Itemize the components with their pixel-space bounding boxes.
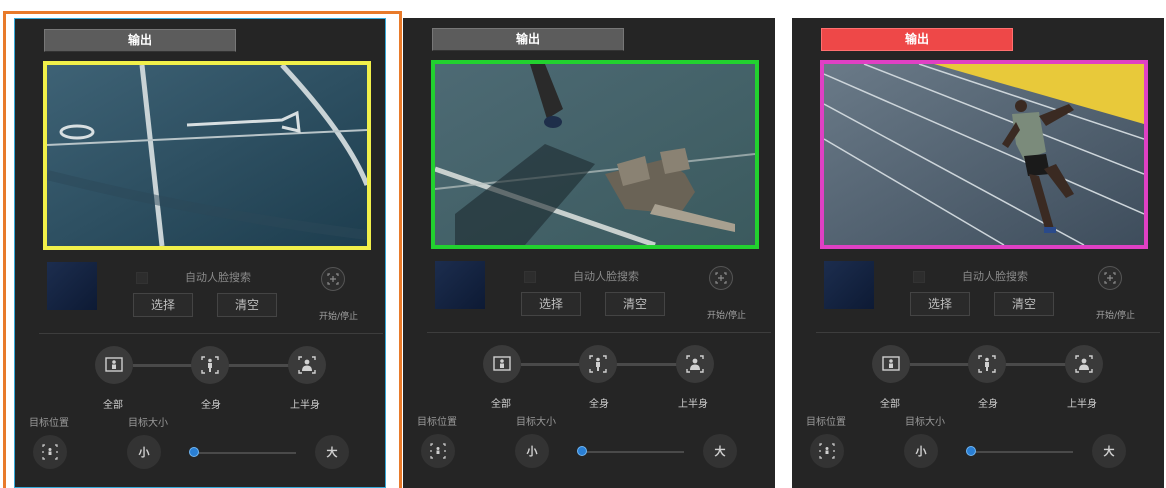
- size-large-button[interactable]: 大: [1092, 434, 1126, 468]
- mode-full-frame-label: 全部: [491, 399, 511, 410]
- target-size-label: 目标大小: [516, 417, 556, 428]
- target-size-slider-track[interactable]: [581, 451, 684, 453]
- target-size-label: 目标大小: [905, 417, 945, 428]
- selected-panel-frame: [3, 11, 402, 488]
- size-small-button[interactable]: 小: [515, 434, 549, 468]
- mode-full-body-button[interactable]: [968, 345, 1006, 383]
- face-search-label: 自动人脸搜索: [962, 270, 1028, 283]
- starting-blocks-image: [435, 64, 755, 245]
- target-size-slider-knob[interactable]: [966, 446, 976, 456]
- full-body-person-icon: [589, 355, 607, 373]
- mode-full-frame-button[interactable]: [872, 345, 910, 383]
- mode-full-body-label: 全身: [589, 399, 609, 410]
- face-search-checkbox[interactable]: [524, 271, 536, 283]
- camera-panel-3[interactable]: 输出 自动人脸搜索 选择 清空 开始/停止 全部 全身 上半身 目标位置 目标大…: [792, 18, 1164, 488]
- crosshair-icon: [715, 272, 727, 284]
- clear-button[interactable]: 清空: [605, 292, 665, 316]
- full-frame-person-icon: [493, 356, 511, 371]
- clear-button[interactable]: 清空: [994, 292, 1054, 316]
- mode-full-frame-label: 全部: [880, 399, 900, 410]
- start-stop-label: 开始/停止: [1096, 311, 1136, 321]
- face-search-checkbox[interactable]: [913, 271, 925, 283]
- target-position-label: 目标位置: [806, 417, 846, 428]
- mode-upper-body-button[interactable]: [676, 345, 714, 383]
- divider: [816, 332, 1160, 333]
- camera-preview[interactable]: [820, 60, 1148, 249]
- divider: [427, 332, 771, 333]
- target-position-button[interactable]: [421, 434, 455, 468]
- camera-panel-2[interactable]: 输出 自动人脸搜索 选择 清空 开始/停止 全部 全身 上半身 目标位置 目标大…: [403, 18, 775, 488]
- target-position-button[interactable]: [810, 434, 844, 468]
- mode-full-body-label: 全身: [978, 399, 998, 410]
- target-size-slider-knob[interactable]: [577, 446, 587, 456]
- face-thumbnail: [824, 261, 874, 309]
- upper-body-person-icon: [1075, 355, 1093, 373]
- mode-upper-body-label: 上半身: [678, 399, 708, 410]
- sprinter-image: [824, 64, 1144, 245]
- start-stop-label: 开始/停止: [707, 311, 747, 321]
- face-search-label: 自动人脸搜索: [573, 270, 639, 283]
- output-button[interactable]: 输出: [432, 28, 624, 51]
- upper-body-person-icon: [686, 355, 704, 373]
- target-size-slider-track[interactable]: [970, 451, 1073, 453]
- target-position-label: 目标位置: [417, 417, 457, 428]
- mode-upper-body-button[interactable]: [1065, 345, 1103, 383]
- start-stop-button[interactable]: [1098, 266, 1122, 290]
- target-position-icon: [430, 443, 446, 459]
- start-stop-button[interactable]: [709, 266, 733, 290]
- target-position-icon: [819, 443, 835, 459]
- mode-upper-body-label: 上半身: [1067, 399, 1097, 410]
- size-large-button[interactable]: 大: [703, 434, 737, 468]
- camera-preview[interactable]: [431, 60, 759, 249]
- multi-camera-tracking-view: 输出 自动人脸搜索 选择 清空 开始/停止 全部 全身 上半身 目标位置 目标大…: [0, 0, 1166, 488]
- crosshair-icon: [1104, 272, 1116, 284]
- select-button[interactable]: 选择: [910, 292, 970, 316]
- face-thumbnail: [435, 261, 485, 309]
- select-button[interactable]: 选择: [521, 292, 581, 316]
- full-body-person-icon: [978, 355, 996, 373]
- full-frame-person-icon: [882, 356, 900, 371]
- mode-full-frame-button[interactable]: [483, 345, 521, 383]
- size-small-button[interactable]: 小: [904, 434, 938, 468]
- mode-full-body-button[interactable]: [579, 345, 617, 383]
- output-button-live[interactable]: 输出: [821, 28, 1013, 51]
